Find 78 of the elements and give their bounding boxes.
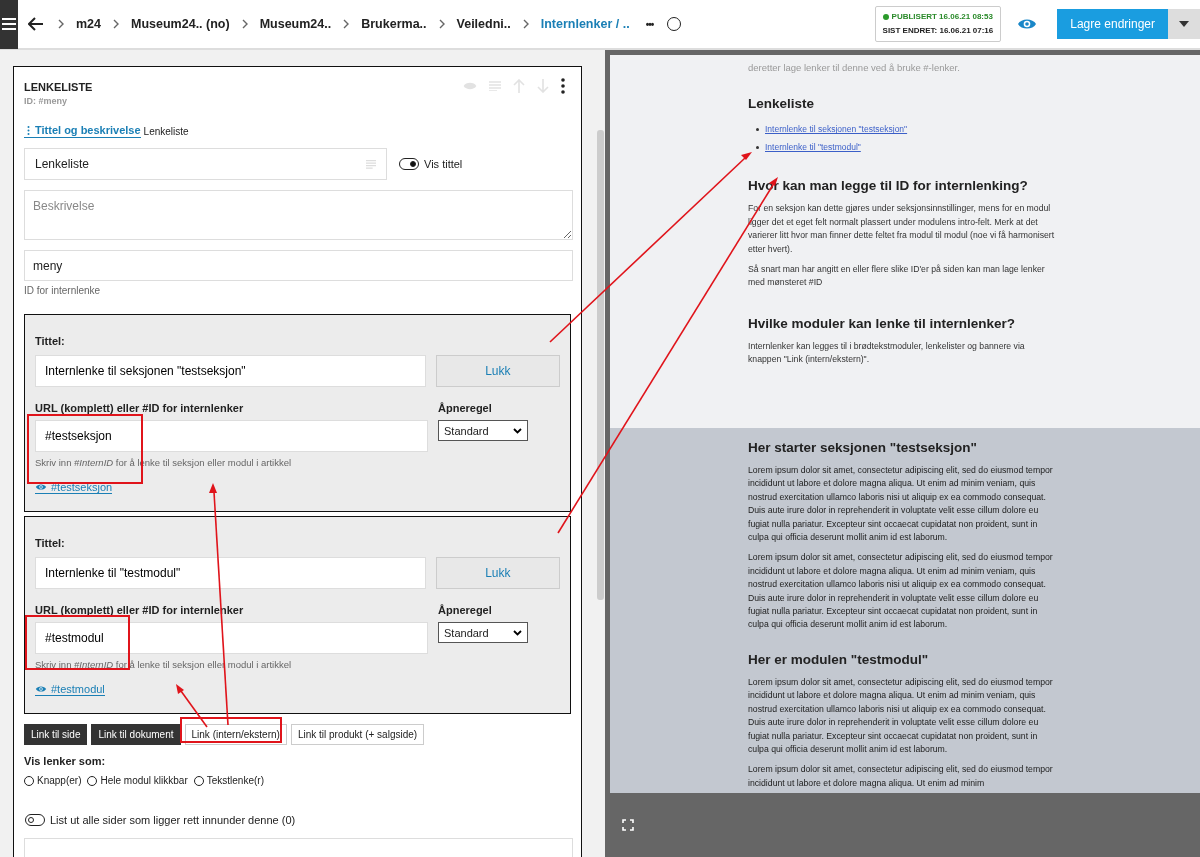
paragraph: Lorem ipsum dolor sit amet, consectetur adipiscing elit, sed do eiusmod tempor incididunt ut labore et dolore magna aliqua. Ut enim ad minim veniam, quis nostrud exercitation ullamco laboris nisi ut aliquip ex ea commodo consequat. Duis aute irure dolor in reprehenderit in voluptate velit esse cillum dolore eu fugiat nulla pariatur. Excepteur sint occaecat cupidatat non proident, sunt in culpa qui officia deserunt mollit anim id est laborum. xyxy=(748,675,1054,756)
id-input[interactable]: meny xyxy=(24,250,573,281)
radio-option[interactable]: Knapp(er) xyxy=(24,775,82,786)
chevron-icon xyxy=(113,19,120,29)
chevron-icon xyxy=(343,19,350,29)
field-hint: Skriv inn #InternID for å lenke til seksjon eller modul i artikkel xyxy=(35,659,293,670)
heading: Her er modulen "testmodul" xyxy=(748,651,930,668)
breadcrumb-link[interactable]: Brukerma.. xyxy=(361,17,427,31)
caret-icon xyxy=(1179,21,1189,27)
lines-icon xyxy=(366,159,376,169)
chevron-icon xyxy=(522,19,529,29)
breadcrumb-link[interactable]: m24 xyxy=(76,17,102,31)
section-subtitle: Lenkeliste xyxy=(143,125,189,137)
chevron-icon xyxy=(58,19,64,29)
module-id: ID: #meny xyxy=(24,96,68,106)
field-label: Tittel: xyxy=(35,537,66,549)
last-changed: SIST ENDRET: 16.06.21 07:16 xyxy=(882,25,994,37)
field-label: URL (komplett) eller #ID for internlenker xyxy=(35,402,245,414)
field-label: Åpneregel xyxy=(438,604,493,616)
internal-link[interactable]: Internlenke til "testmodul" xyxy=(765,138,861,157)
bullet-icon xyxy=(756,145,759,149)
field-label: Tittel: xyxy=(35,335,66,347)
title-input[interactable]: Lenkeliste xyxy=(24,148,387,180)
title-input[interactable]: Internlenke til seksjonen "testseksjon" xyxy=(35,355,426,387)
field-label: Åpneregel xyxy=(438,402,493,414)
internal-link[interactable]: Internlenke til seksjonen "testseksjon" xyxy=(765,120,908,139)
module-title: LENKELISTE xyxy=(24,81,93,93)
menu-button[interactable] xyxy=(0,0,18,49)
published-status: PUBLISERT 16.06.21 08:53 xyxy=(882,10,994,24)
eye-icon[interactable] xyxy=(1017,17,1038,31)
toggle-label: List ut alle sider som ligger rett innunder denne (0) xyxy=(50,814,296,826)
title-input[interactable]: Internlenke til "testmodul" xyxy=(35,557,426,589)
paragraph: Internlenker kan legges til i brødtekstmoduler, lenkelister og bannere via knappen "Link (intern/ekstern)". xyxy=(748,339,1026,367)
vertical-dots-icon xyxy=(27,125,30,135)
url-input[interactable]: #testmodul xyxy=(35,622,428,654)
description-input[interactable]: Beskrivelse xyxy=(24,190,573,240)
field-label: Vis lenker som: xyxy=(24,755,107,767)
fullscreen-icon[interactable] xyxy=(622,819,634,831)
text-input[interactable] xyxy=(24,838,573,857)
breadcrumb-link[interactable]: Museum24.. (no) xyxy=(131,17,230,31)
chevron-icon xyxy=(241,19,248,29)
section-tab[interactable]: Tittel og beskrivelse xyxy=(24,124,141,138)
scrollbar[interactable] xyxy=(597,130,604,600)
eye-icon xyxy=(35,483,47,491)
add-link-button[interactable]: Link til produkt (+ salgside) xyxy=(290,724,425,745)
open-rule-select[interactable]: Standard xyxy=(438,622,528,643)
kebab-menu-icon[interactable] xyxy=(561,78,565,94)
eye-icon xyxy=(35,685,47,693)
add-link-button[interactable]: Link til dokument xyxy=(91,724,181,745)
breadcrumb-link[interactable]: Museum24.. xyxy=(259,17,332,31)
paragraph: Lorem ipsum dolor sit amet, consectetur adipiscing elit, sed do eiusmod tempor incididunt ut labore et dolore magna aliqua. Ut enim ad minim xyxy=(748,763,1054,790)
field-hint: ID for internlenke xyxy=(24,285,102,296)
close-button[interactable]: Lukk xyxy=(435,557,560,589)
close-button[interactable]: Lukk xyxy=(435,355,560,387)
open-rule-select[interactable]: Standard xyxy=(438,420,528,441)
back-arrow-icon[interactable] xyxy=(28,17,44,31)
preview-link[interactable]: #testmodul xyxy=(35,683,105,696)
toggle-label: Vis tittel xyxy=(424,158,463,170)
breadcrumb-link[interactable]: Veiledni.. xyxy=(456,17,511,31)
add-link-button[interactable]: Link til side xyxy=(24,724,88,745)
preview-link[interactable]: #testseksjon xyxy=(35,481,113,494)
paragraph: Lorem ipsum dolor sit amet, consectetur adipiscing elit, sed do eiusmod tempor incididunt ut labore et dolore magna aliqua. Ut enim ad minim veniam, quis nostrud exercitation ullamco laboris nisi ut aliquip ex ea commodo consequat. Duis aute irure dolor in reprehenderit in voluptate velit esse cillum dolore eu fugiat nulla pariatur. Excepteur sint occaecat cupidatat non proident, sunt in culpa qui officia deserunt mollit anim id est laborum. xyxy=(748,464,1054,545)
radio-option[interactable]: Tekstlenke(r) xyxy=(193,775,264,786)
radio-option[interactable]: Hele modul klikkbar xyxy=(87,775,188,786)
url-input[interactable]: #testseksjon xyxy=(35,420,428,452)
heading: Her starter seksjonen "testseksjon" xyxy=(748,440,978,456)
paragraph: deretter lage lenker til denne ved å bruke #-lenker. xyxy=(748,61,961,75)
breadcrumb-link[interactable]: Internlenker / .. xyxy=(540,17,630,31)
paragraph: Så snart man har angitt en eller flere slike ID'er på siden kan man lage lenker med mønsteret #ID xyxy=(748,263,1046,290)
paragraph: Lorem ipsum dolor sit amet, consectetur adipiscing elit, sed do eiusmod tempor incididunt ut labore et dolore magna aliqua. Ut enim ad minim veniam, quis nostrud exercitation ullamco laboris nisi ut aliquip ex ea commodo consequat. Duis aute irure dolor in reprehenderit in voluptate velit esse cillum dolore eu fugiat nulla pariatur. Excepteur sint occaecat cupidatat non proident, sunt in culpa qui officia deserunt mollit anim id est laborum. xyxy=(748,551,1054,632)
heading: Lenkeliste xyxy=(748,96,816,113)
bullet-icon xyxy=(756,127,759,131)
heading: Hvilke moduler kan lenke til internlenker? xyxy=(748,315,1017,332)
dropdown-button[interactable] xyxy=(1168,9,1200,39)
chevron-icon xyxy=(438,19,445,29)
more-menu[interactable]: ••• xyxy=(645,18,654,30)
chevron-down-icon xyxy=(513,427,522,434)
chevron-down-icon xyxy=(513,629,522,636)
